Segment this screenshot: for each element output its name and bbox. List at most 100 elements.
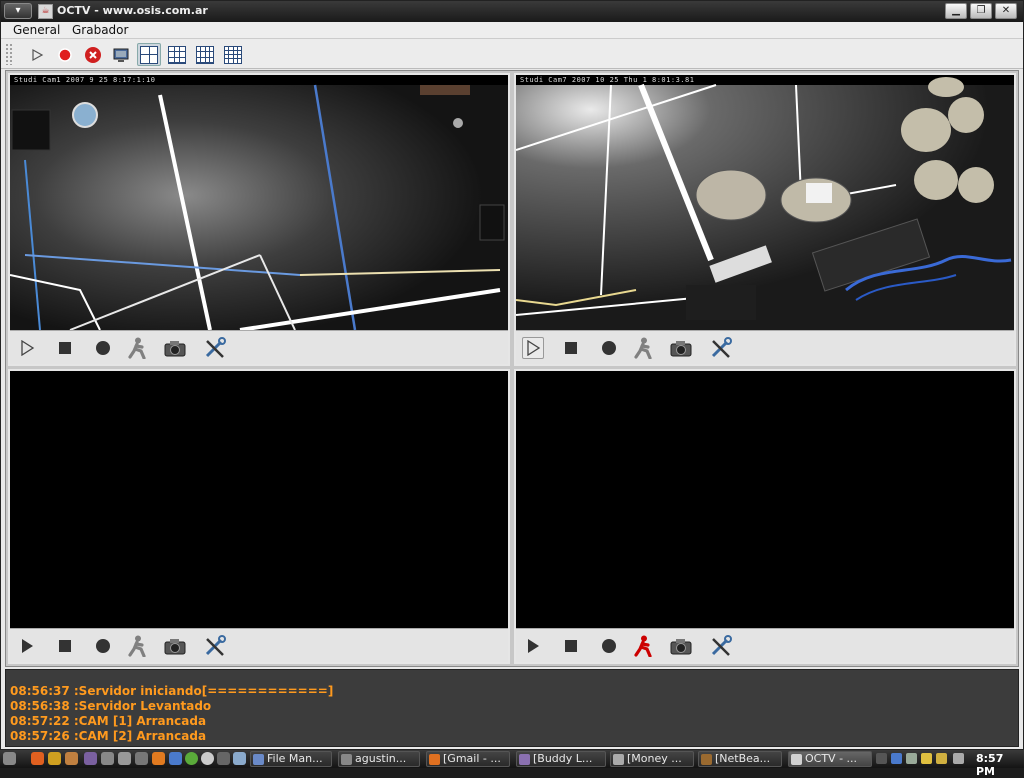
clock[interactable]: 8:57 PM: [976, 752, 1024, 778]
task-label: agustin...: [355, 752, 407, 765]
stop-server-button[interactable]: [81, 43, 105, 66]
camera-4-settings-button[interactable]: [710, 635, 732, 657]
task-netbeans[interactable]: [NetBea...: [698, 751, 782, 767]
task-buddy-list[interactable]: [Buddy L...: [516, 751, 606, 767]
layout-2x2-button[interactable]: [137, 43, 161, 66]
terminal-icon: [341, 754, 352, 765]
camera-4-snapshot-button[interactable]: [670, 635, 692, 657]
camera-3-snapshot-button[interactable]: [164, 635, 186, 657]
tray-icon[interactable]: [891, 753, 902, 764]
play-launcher-icon[interactable]: [185, 752, 198, 765]
layout-4x3-button[interactable]: [193, 43, 217, 66]
camera-4-record-button[interactable]: [598, 635, 620, 657]
record-icon: [96, 639, 110, 653]
camera-1-stop-button[interactable]: [54, 337, 76, 359]
task-terminal[interactable]: agustin...: [338, 751, 420, 767]
camera-3-motion-button[interactable]: [126, 635, 148, 657]
grid-4x3-icon: [196, 45, 214, 64]
launcher-icon[interactable]: [201, 752, 214, 765]
app-icon: [613, 754, 624, 765]
camera-3-record-button[interactable]: [92, 635, 114, 657]
motion-person-icon: [634, 337, 652, 359]
title-bar[interactable]: ▾ ☕ OCTV - www.osis.com.ar ▁ ❐ ✕: [1, 1, 1023, 22]
maximize-button[interactable]: ❐: [970, 3, 992, 19]
menu-launcher-icon[interactable]: [3, 752, 16, 765]
play-icon: [21, 340, 35, 356]
lock-tray-icon[interactable]: [936, 753, 947, 764]
camera-4-play-button[interactable]: [522, 635, 544, 657]
play-icon: [22, 639, 33, 653]
camera-3-play-button[interactable]: [16, 635, 38, 657]
launcher-icon[interactable]: [233, 752, 246, 765]
window-menu-button[interactable]: ▾: [4, 3, 32, 19]
camera-1-snapshot-button[interactable]: [164, 337, 186, 359]
launcher-icon[interactable]: [101, 752, 114, 765]
camera-3-settings-button[interactable]: [204, 635, 226, 657]
task-gmail[interactable]: [Gmail - ...: [426, 751, 510, 767]
play-icon: [527, 340, 541, 356]
stop-icon: [565, 640, 577, 652]
monitor-icon: [113, 48, 129, 62]
launcher-icon[interactable]: [217, 752, 230, 765]
java-icon: [791, 754, 802, 765]
camera-2-snapshot-button[interactable]: [670, 337, 692, 359]
camera-2-record-button[interactable]: [598, 337, 620, 359]
settings-tools-icon: [205, 635, 226, 656]
stop-icon: [565, 342, 577, 354]
camera-1-settings-button[interactable]: [204, 337, 226, 359]
firefox-launcher-icon[interactable]: [31, 752, 44, 765]
tray-icon[interactable]: [876, 753, 887, 764]
task-money[interactable]: [Money ...: [610, 751, 694, 767]
camera-4-stop-button[interactable]: [560, 635, 582, 657]
play-icon: [528, 639, 539, 653]
camera-panel-3: [8, 369, 510, 664]
menu-general[interactable]: General: [13, 23, 60, 37]
tray-icon[interactable]: [906, 753, 917, 764]
camera-1-motion-button[interactable]: [126, 337, 148, 359]
launcher-icon[interactable]: [65, 752, 78, 765]
volume-tray-icon[interactable]: [953, 753, 964, 764]
stop-server-icon: [85, 46, 101, 63]
camera-1-video[interactable]: Studi Cam1 2007 9 25 8:17:1:10: [10, 75, 508, 330]
toolbar-grip[interactable]: [5, 43, 13, 65]
launcher-icon[interactable]: [84, 752, 97, 765]
firefox-icon: [429, 754, 440, 765]
camera-2-video[interactable]: Studi Cam7 2007 10 25 Thu 1 8:01:3.81: [516, 75, 1014, 330]
grid-3x3-icon: [168, 45, 186, 64]
record-all-button[interactable]: [53, 43, 77, 66]
camera-2-play-button[interactable]: [522, 337, 544, 359]
log-line: 08:56:38 :Servidor Levantado: [10, 699, 212, 713]
camera-grid: Studi Cam1 2007 9 25 8:17:1:10 Studi Cam…: [5, 70, 1019, 667]
camera-4-motion-button[interactable]: [632, 635, 654, 657]
minimize-button[interactable]: ▁: [945, 3, 967, 19]
camera-3-stop-button[interactable]: [54, 635, 76, 657]
play-all-button[interactable]: [25, 43, 49, 66]
camera-2-settings-button[interactable]: [710, 337, 732, 359]
launcher-icon[interactable]: [152, 752, 165, 765]
task-file-manager[interactable]: File Man...: [250, 751, 332, 767]
camera-4-video[interactable]: [516, 371, 1014, 628]
camera-2-controls: [516, 330, 1014, 364]
menu-grabador[interactable]: Grabador: [72, 23, 128, 37]
task-octv[interactable]: OCTV - ...: [788, 751, 872, 767]
camera-1-play-button[interactable]: [16, 337, 38, 359]
camera-1-controls: [10, 330, 508, 364]
camera-panel-1: Studi Cam1 2007 9 25 8:17:1:10: [8, 73, 510, 366]
mail-tray-icon[interactable]: [921, 753, 932, 764]
camera-1-image: [10, 75, 508, 330]
launcher-icon[interactable]: [118, 752, 131, 765]
camera-2-motion-button[interactable]: [632, 337, 654, 359]
camera-1-record-button[interactable]: [92, 337, 114, 359]
launcher-icon[interactable]: [169, 752, 182, 765]
layout-4x4-button[interactable]: [221, 43, 245, 66]
event-log[interactable]: 08:56:37 :Servidor iniciando[===========…: [5, 669, 1019, 747]
camera-2-stop-button[interactable]: [560, 337, 582, 359]
close-button[interactable]: ✕: [995, 3, 1017, 19]
launcher-icon[interactable]: [135, 752, 148, 765]
camera-3-video[interactable]: [10, 371, 508, 628]
layout-3x3-button[interactable]: [165, 43, 189, 66]
monitor-button[interactable]: [109, 43, 133, 66]
java-app-icon: ☕: [38, 4, 53, 19]
launcher-icon[interactable]: [48, 752, 61, 765]
netbeans-icon: [701, 754, 712, 765]
